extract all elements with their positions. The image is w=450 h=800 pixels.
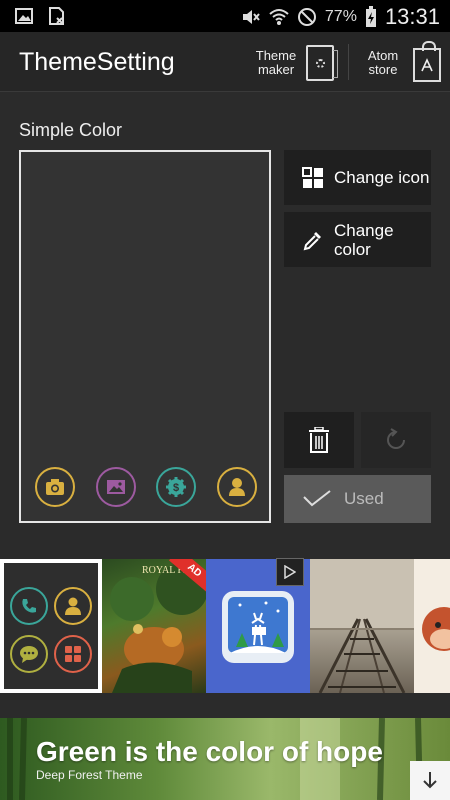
page-title: ThemeSetting xyxy=(19,48,175,76)
eyedropper-icon xyxy=(303,231,321,250)
mute-icon xyxy=(242,10,260,24)
theme-thumb-simple-color[interactable] xyxy=(0,559,102,693)
theme-maker-button[interactable]: Theme maker xyxy=(254,40,338,86)
monkey-artwork xyxy=(422,607,450,651)
preview-dock: $ xyxy=(35,467,257,507)
change-icon-button[interactable]: Change icon xyxy=(284,150,431,205)
trash-icon xyxy=(309,427,329,453)
message-icon xyxy=(10,635,48,673)
settings-icon: $ xyxy=(156,467,197,507)
contact-icon xyxy=(54,587,92,625)
theme-thumb-royal-forest[interactable]: ROYAL FL AD xyxy=(102,559,206,693)
atom-store-button[interactable]: Atom store xyxy=(361,40,441,86)
change-icon-label: Change icon xyxy=(334,168,430,187)
camera-icon xyxy=(35,467,75,507)
no-disturb-icon xyxy=(297,8,316,26)
battery-icon xyxy=(365,6,376,27)
atom-store-label-1: Atom xyxy=(367,48,399,63)
battery-percent: 77% xyxy=(324,8,357,25)
change-color-label-2: color xyxy=(334,239,371,259)
delete-button[interactable] xyxy=(284,412,354,468)
grid-icon xyxy=(302,166,323,188)
contact-icon xyxy=(216,467,257,507)
theme-thumb-railway[interactable] xyxy=(310,559,414,693)
header-divider xyxy=(348,44,349,80)
download-icon xyxy=(423,772,437,789)
play-icon[interactable] xyxy=(276,558,304,586)
svg-text:$: $ xyxy=(173,482,179,494)
theme-carousel[interactable]: ROYAL FL AD xyxy=(0,559,450,693)
gallery-icon xyxy=(95,467,136,507)
theme-preview: $ xyxy=(19,150,271,523)
refresh-icon xyxy=(387,428,405,449)
banner-title: Green is the color of hope xyxy=(36,736,383,767)
used-label: Used xyxy=(344,489,384,508)
section-title: Simple Color xyxy=(19,120,123,140)
banner-subtitle: Deep Forest Theme xyxy=(36,768,143,782)
change-color-button[interactable]: Change color xyxy=(284,212,431,267)
theme-maker-icon xyxy=(306,45,338,81)
check-icon xyxy=(303,490,331,507)
used-button[interactable]: Used xyxy=(284,475,431,523)
store-bag-icon xyxy=(413,41,441,82)
theme-maker-label-2: maker xyxy=(257,62,295,77)
clock: 13:31 xyxy=(384,4,440,29)
reset-button[interactable] xyxy=(361,412,431,468)
theme-thumb-monkey[interactable] xyxy=(414,559,450,693)
download-button[interactable] xyxy=(410,761,450,800)
theme-maker-label-1: Theme xyxy=(255,48,297,63)
status-bar: 77% 13:31 xyxy=(0,0,450,32)
app-header: ThemeSetting Theme maker Atom store xyxy=(0,32,450,92)
promo-banner[interactable]: Green is the color of hope Deep Forest T… xyxy=(0,718,450,800)
phone-icon xyxy=(10,587,48,625)
change-color-label-1: Change xyxy=(334,220,394,240)
apps-grid-icon xyxy=(54,635,92,673)
gallery-icon xyxy=(15,8,33,24)
sim-icon xyxy=(49,7,64,25)
wifi-icon xyxy=(269,9,289,25)
railway-artwork xyxy=(310,559,414,693)
atom-store-label-2: store xyxy=(368,62,398,77)
